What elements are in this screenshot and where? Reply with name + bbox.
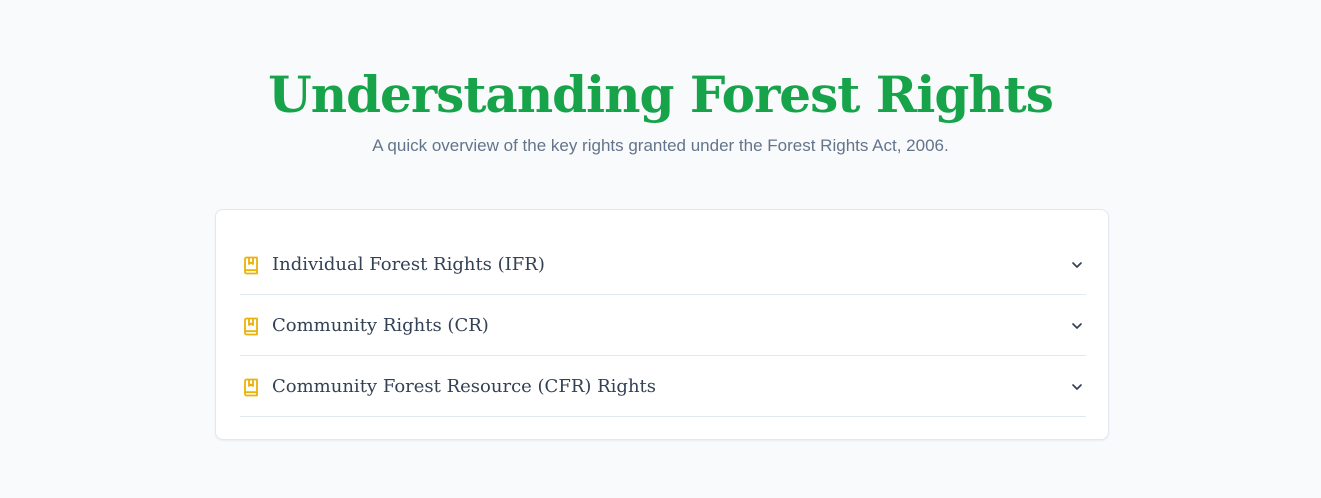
accordion-item-cr[interactable]: Community Rights (CR) xyxy=(240,295,1086,356)
page-header: Understanding Forest Rights A quick over… xyxy=(0,62,1321,158)
page-subtitle: A quick overview of the key rights grant… xyxy=(372,136,949,155)
accordion-item-label: Community Forest Resource (CFR) Rights xyxy=(272,376,657,397)
bookmark-book-icon xyxy=(241,377,261,397)
page-title: Understanding Forest Rights xyxy=(268,65,1054,124)
chevron-down-icon[interactable] xyxy=(1069,318,1085,334)
chevron-down-icon[interactable] xyxy=(1069,379,1085,395)
accordion-item-ifr[interactable]: Individual Forest Rights (IFR) xyxy=(240,234,1086,295)
accordion-item-label: Individual Forest Rights (IFR) xyxy=(272,254,545,275)
bookmark-book-icon xyxy=(241,316,261,336)
accordion-item-cfr[interactable]: Community Forest Resource (CFR) Rights xyxy=(240,356,1086,417)
bookmark-book-icon xyxy=(241,255,261,275)
accordion-item-label: Community Rights (CR) xyxy=(272,315,489,336)
page: Understanding Forest Rights A quick over… xyxy=(0,0,1321,498)
chevron-down-icon[interactable] xyxy=(1069,257,1085,273)
rights-card: Individual Forest Rights (IFR) Community… xyxy=(215,209,1109,440)
rights-accordion: Individual Forest Rights (IFR) Community… xyxy=(240,234,1086,417)
